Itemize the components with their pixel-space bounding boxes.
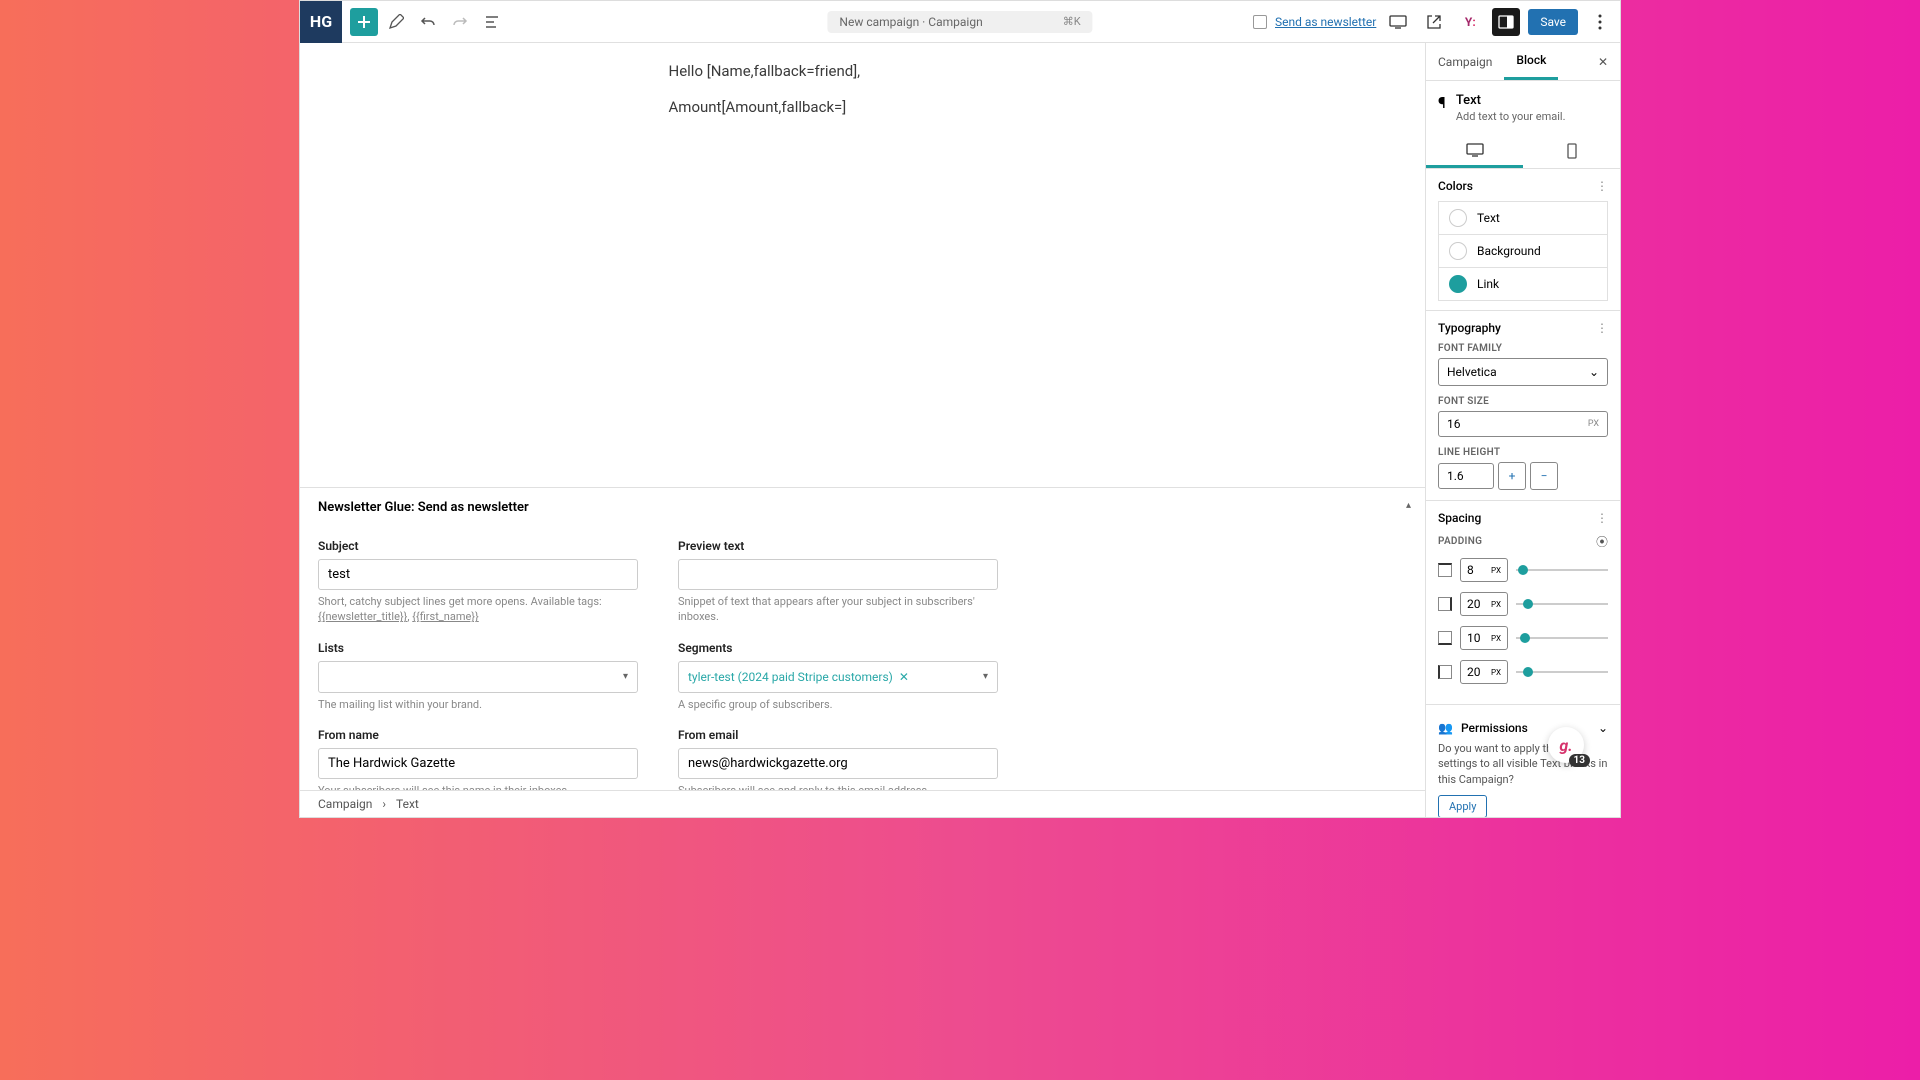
- from-name-label: From name: [318, 728, 638, 742]
- collapse-panel-button[interactable]: ▴: [1406, 500, 1411, 511]
- device-desktop-tab[interactable]: [1426, 135, 1523, 168]
- lists-label: Lists: [318, 641, 638, 655]
- padding-right-input[interactable]: 20PX: [1460, 592, 1508, 616]
- font-family-select[interactable]: Helvetica⌄: [1438, 358, 1608, 386]
- tag-first-name[interactable]: {{first_name}}: [412, 610, 479, 623]
- block-type-name: Text: [1456, 93, 1566, 108]
- padding-top-input[interactable]: 8PX: [1460, 558, 1508, 582]
- padding-left-slider[interactable]: [1516, 671, 1608, 673]
- more-options-button[interactable]: [1586, 8, 1614, 36]
- redo-button[interactable]: [446, 8, 474, 36]
- preview-text-input[interactable]: [678, 559, 998, 590]
- outline-button[interactable]: [478, 8, 506, 36]
- tab-block[interactable]: Block: [1504, 43, 1558, 80]
- segment-chip: tyler-test (2024 paid Stripe customers)✕: [688, 670, 909, 684]
- remove-segment-button[interactable]: ✕: [899, 670, 909, 684]
- save-button[interactable]: Save: [1528, 9, 1578, 35]
- padding-label: PADDING: [1438, 536, 1482, 547]
- from-name-input[interactable]: [318, 748, 638, 779]
- pad-bottom-icon: [1438, 631, 1452, 645]
- apply-button[interactable]: Apply: [1438, 795, 1487, 817]
- padding-bottom-slider[interactable]: [1516, 637, 1608, 639]
- settings-sidebar: Campaign Block ✕ ¶ Text Add text to your…: [1425, 43, 1620, 817]
- line-height-input[interactable]: [1438, 463, 1494, 489]
- permissions-title: Permissions: [1461, 721, 1528, 735]
- device-mobile-tab[interactable]: [1523, 135, 1620, 168]
- permissions-toggle[interactable]: ⌄: [1598, 721, 1608, 735]
- subject-hint: Short, catchy subject lines get more ope…: [318, 594, 638, 625]
- document-title-bar[interactable]: New campaign · Campaign ⌘K: [827, 11, 1092, 33]
- paragraph-icon: ¶: [1438, 93, 1446, 112]
- tag-newsletter-title[interactable]: {{newsletter_title}}: [318, 610, 407, 623]
- line-height-increase[interactable]: +: [1498, 462, 1526, 490]
- panel-title: Newsletter Glue: Send as newsletter: [318, 500, 1407, 515]
- undo-button[interactable]: [414, 8, 442, 36]
- grammarly-badge[interactable]: g. 13: [1548, 727, 1584, 763]
- line-height-label: LINE HEIGHT: [1438, 447, 1608, 458]
- editor-canvas[interactable]: Hello [Name,fallback=friend], Amount[Amo…: [300, 43, 1425, 487]
- desktop-preview-icon[interactable]: [1384, 8, 1412, 36]
- top-toolbar: HG New campaign · Campaign ⌘K Send as ne…: [300, 1, 1620, 43]
- segments-dropdown[interactable]: tyler-test (2024 paid Stripe customers)✕…: [678, 661, 998, 693]
- spacing-title: Spacing: [1438, 511, 1481, 525]
- color-link-row[interactable]: Link: [1438, 267, 1608, 301]
- padding-bottom-input[interactable]: 10PX: [1460, 626, 1508, 650]
- typography-title: Typography: [1438, 321, 1501, 335]
- colors-title: Colors: [1438, 179, 1473, 193]
- color-text-row[interactable]: Text: [1438, 201, 1608, 235]
- pad-right-icon: [1438, 597, 1452, 611]
- add-block-button[interactable]: [350, 8, 378, 36]
- email-line-1: Hello [Name,fallback=friend],: [669, 59, 1057, 83]
- segments-label: Segments: [678, 641, 998, 655]
- subject-input[interactable]: [318, 559, 638, 590]
- lists-hint: The mailing list within your brand.: [318, 697, 638, 712]
- block-type-desc: Add text to your email.: [1456, 110, 1566, 123]
- font-size-label: FONT SIZE: [1438, 396, 1608, 407]
- padding-left-input[interactable]: 20PX: [1460, 660, 1508, 684]
- settings-sidebar-toggle[interactable]: [1492, 8, 1520, 36]
- yoast-icon[interactable]: Y:: [1456, 8, 1484, 36]
- typography-more-button[interactable]: ⋮: [1596, 321, 1608, 335]
- color-background-row[interactable]: Background: [1438, 234, 1608, 268]
- unlink-sides-button[interactable]: ⦿: [1596, 533, 1608, 550]
- newsletter-glue-panel: Newsletter Glue: Send as newsletter ▴ Su…: [300, 487, 1425, 817]
- padding-right-slider[interactable]: [1516, 603, 1608, 605]
- chevron-right-icon: ›: [382, 797, 386, 811]
- close-sidebar-button[interactable]: ✕: [1586, 47, 1620, 77]
- subject-label: Subject: [318, 539, 638, 553]
- send-as-newsletter-checkbox[interactable]: [1253, 15, 1267, 29]
- breadcrumb-campaign[interactable]: Campaign: [318, 797, 372, 811]
- site-logo[interactable]: HG: [300, 1, 342, 43]
- document-title: New campaign · Campaign: [839, 15, 982, 29]
- permissions-icon: 👥: [1438, 721, 1453, 735]
- send-as-newsletter-link[interactable]: Send as newsletter: [1275, 15, 1376, 29]
- colors-more-button[interactable]: ⋮: [1596, 179, 1608, 193]
- email-line-2: Amount[Amount,fallback=]: [669, 95, 1057, 119]
- padding-top-slider[interactable]: [1516, 569, 1608, 571]
- grammarly-count: 13: [1569, 754, 1590, 767]
- line-height-decrease[interactable]: −: [1530, 462, 1558, 490]
- text-block[interactable]: Hello [Name,fallback=friend], Amount[Amo…: [653, 59, 1073, 487]
- breadcrumb-text[interactable]: Text: [396, 797, 419, 811]
- segments-hint: A specific group of subscribers.: [678, 697, 998, 712]
- from-email-label: From email: [678, 728, 998, 742]
- preview-text-label: Preview text: [678, 539, 998, 553]
- edit-icon[interactable]: [382, 8, 410, 36]
- pad-left-icon: [1438, 665, 1452, 679]
- font-size-input[interactable]: 16PX: [1438, 411, 1608, 437]
- breadcrumb: Campaign › Text: [300, 790, 1425, 817]
- font-family-label: FONT FAMILY: [1438, 343, 1608, 354]
- preview-text-hint: Snippet of text that appears after your …: [678, 594, 998, 625]
- tab-campaign[interactable]: Campaign: [1426, 45, 1504, 79]
- spacing-more-button[interactable]: ⋮: [1596, 511, 1608, 525]
- shortcut-hint: ⌘K: [1063, 15, 1081, 28]
- lists-dropdown[interactable]: ▾: [318, 661, 638, 693]
- external-link-icon[interactable]: [1420, 8, 1448, 36]
- from-email-input[interactable]: [678, 748, 998, 779]
- pad-top-icon: [1438, 563, 1452, 577]
